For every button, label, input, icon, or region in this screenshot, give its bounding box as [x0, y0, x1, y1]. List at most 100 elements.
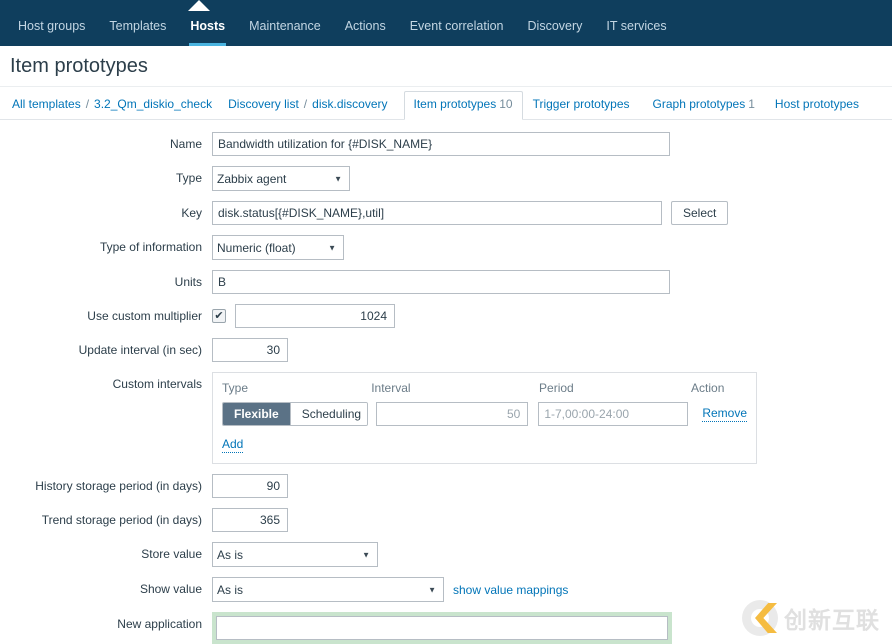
breadcrumb: All templates / 3.2_Qm_diskio_check: [12, 97, 212, 119]
new-application-label: New application: [117, 617, 202, 631]
show-value-select-wrapper: As is: [212, 577, 444, 602]
form-row-key: Key Select: [0, 201, 892, 225]
nav-label: Templates: [109, 19, 167, 33]
nav-item-maintenance[interactable]: Maintenance: [237, 19, 333, 46]
store-value-label: Store value: [141, 547, 202, 561]
breadcrumb-disk-discovery[interactable]: disk.discovery: [312, 97, 387, 119]
interval-type-flexible-button[interactable]: Flexible: [223, 403, 290, 425]
breadcrumb-template-name[interactable]: 3.2_Qm_diskio_check: [94, 97, 212, 119]
breadcrumb-separator: /: [303, 97, 308, 111]
interval-type-toggle: Flexible Scheduling: [222, 402, 369, 426]
trend-storage-period-control: [212, 508, 288, 532]
column-header-interval: Interval: [371, 381, 411, 395]
key-label: Key: [181, 206, 202, 220]
column-header-period: Period: [539, 381, 574, 395]
show-value-select[interactable]: As is: [212, 577, 444, 602]
store-value-control: As is: [212, 542, 378, 567]
show-value-mappings-link[interactable]: show value mappings: [453, 583, 568, 597]
type-select-wrapper: Zabbix agent: [212, 166, 350, 191]
period-input[interactable]: [538, 402, 689, 426]
remove-interval-link[interactable]: Remove: [702, 406, 747, 422]
store-value-select[interactable]: As is: [212, 542, 378, 567]
form-row-name: Name: [0, 132, 892, 156]
breadcrumb-all-templates[interactable]: All templates: [12, 97, 81, 119]
page-title: Item prototypes: [10, 54, 148, 77]
add-interval-link[interactable]: Add: [222, 437, 244, 453]
page-header: Item prototypes: [0, 46, 892, 87]
use-custom-multiplier-checkbox[interactable]: ✔: [212, 309, 226, 323]
tab-host-prototypes[interactable]: Host prototypes: [765, 92, 872, 119]
trend-storage-period-label: Trend storage period (in days): [41, 513, 202, 527]
interval-input[interactable]: [376, 402, 529, 426]
column-header-type: Type: [222, 381, 249, 395]
update-interval-control: [212, 338, 288, 362]
custom-intervals-row: Flexible Scheduling Remove: [222, 402, 747, 426]
nav-item-actions[interactable]: Actions: [333, 19, 398, 46]
nav-item-event-correlation[interactable]: Event correlation: [398, 19, 516, 46]
type-of-information-control: Numeric (float): [212, 235, 344, 260]
breadcrumb-and-tabs: All templates / 3.2_Qm_diskio_check Disc…: [0, 87, 892, 120]
custom-multiplier-input[interactable]: [235, 304, 395, 328]
custom-intervals-label: Custom intervals: [112, 377, 202, 391]
name-input[interactable]: [212, 132, 670, 156]
item-prototype-form: Name Type Zabbix agent Key Select Type o…: [0, 120, 892, 644]
form-row-trend-storage-period: Trend storage period (in days): [0, 508, 892, 532]
type-of-information-select[interactable]: Numeric (float): [212, 235, 344, 260]
breadcrumb-secondary: Discovery list / disk.discovery: [228, 97, 387, 119]
nav-label: IT services: [606, 19, 667, 33]
custom-intervals-table: Type Interval Period Action Flexible Sch…: [212, 372, 757, 464]
form-row-show-value: Show value As is show value mappings: [0, 577, 892, 602]
update-interval-input[interactable]: [212, 338, 288, 362]
tab-label: Trigger prototypes: [532, 97, 630, 111]
active-tab-pointer-icon: [188, 0, 210, 11]
type-of-information-label: Type of information: [99, 240, 202, 254]
tab-label: Item prototypes: [413, 97, 497, 111]
tab-count: [859, 97, 862, 111]
name-control: [212, 132, 670, 156]
form-row-update-interval: Update interval (in sec): [0, 338, 892, 362]
breadcrumb-discovery-list[interactable]: Discovery list: [228, 97, 299, 119]
tab-item-prototypes[interactable]: Item prototypes 10: [403, 91, 523, 120]
history-storage-period-label: History storage period (in days): [35, 479, 202, 493]
type-of-information-select-wrapper: Numeric (float): [212, 235, 344, 260]
nav-label: Host groups: [18, 19, 86, 33]
tab-count: 1: [748, 97, 755, 111]
show-value-control: As is show value mappings: [212, 577, 568, 602]
form-row-units: Units: [0, 270, 892, 294]
use-custom-multiplier-label: Use custom multiplier: [87, 309, 202, 323]
column-header-action: Action: [691, 381, 725, 395]
form-row-type: Type Zabbix agent: [0, 166, 892, 191]
show-value-label: Show value: [139, 582, 202, 596]
breadcrumb-separator: /: [85, 97, 90, 111]
nav-item-discovery[interactable]: Discovery: [516, 19, 595, 46]
units-input[interactable]: [212, 270, 670, 294]
type-select[interactable]: Zabbix agent: [212, 166, 350, 191]
history-storage-period-input[interactable]: [212, 474, 288, 498]
nav-item-host-groups[interactable]: Host groups: [6, 19, 97, 46]
new-application-control: [212, 612, 672, 644]
units-control: [212, 270, 670, 294]
new-application-highlight: [212, 612, 672, 644]
update-interval-label: Update interval (in sec): [78, 343, 202, 357]
nav-item-templates[interactable]: Templates: [97, 19, 178, 46]
new-application-input[interactable]: [216, 616, 668, 640]
custom-intervals-header-row: Type Interval Period Action: [222, 379, 747, 402]
trend-storage-period-input[interactable]: [212, 508, 288, 532]
tab-trigger-prototypes[interactable]: Trigger prototypes: [523, 92, 643, 119]
key-select-button[interactable]: Select: [671, 201, 729, 225]
form-row-new-application: New application: [0, 612, 892, 644]
tab-graph-prototypes[interactable]: Graph prototypes 1: [643, 92, 765, 119]
type-control: Zabbix agent: [212, 166, 350, 191]
form-row-type-of-information: Type of information Numeric (float): [0, 235, 892, 260]
use-custom-multiplier-control: ✔: [212, 304, 395, 328]
nav-label: Actions: [344, 19, 386, 33]
type-label: Type: [175, 171, 202, 185]
nav-item-hosts[interactable]: Hosts: [178, 19, 237, 46]
key-input[interactable]: [212, 201, 662, 225]
top-navigation-bar: Host groups Templates Hosts Maintenance …: [0, 0, 892, 46]
interval-type-scheduling-button[interactable]: Scheduling: [289, 403, 368, 425]
tab-count: 10: [499, 97, 513, 111]
nav-label: Event correlation: [409, 19, 504, 33]
nav-item-it-services[interactable]: IT services: [594, 19, 678, 46]
key-control: Select: [212, 201, 729, 225]
